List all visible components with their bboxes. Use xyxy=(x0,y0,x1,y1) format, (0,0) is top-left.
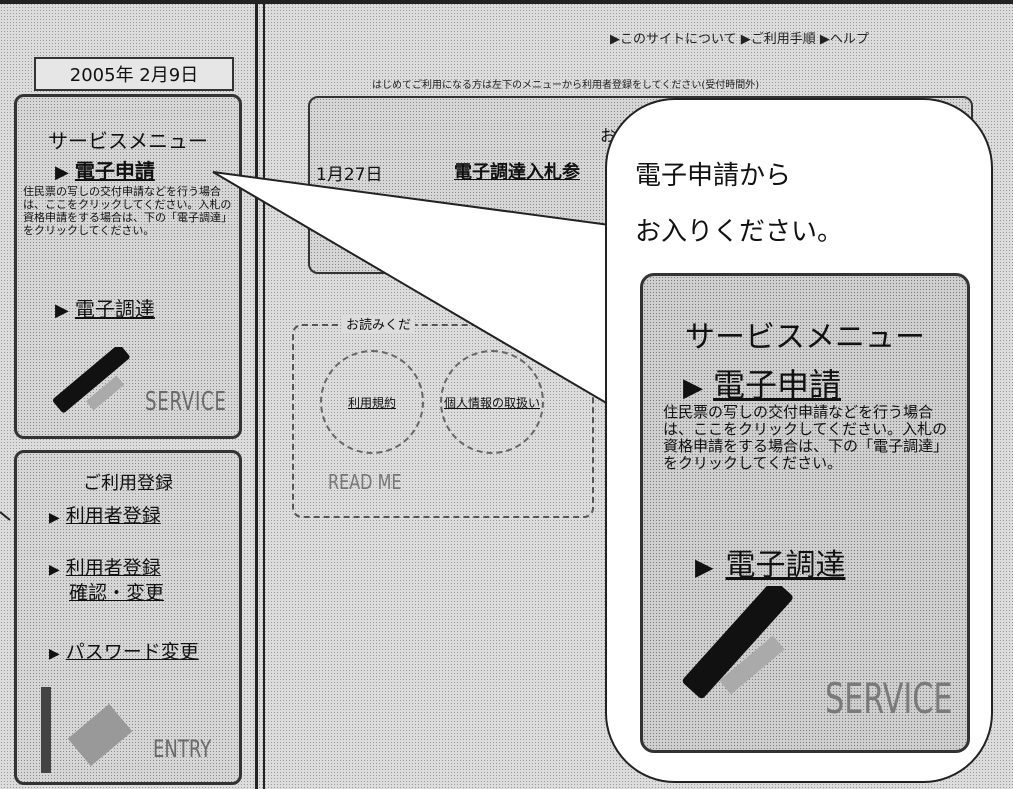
zoom-service-menu-title: サービスメニュー xyxy=(685,320,925,355)
callout-line2: お入りください。 xyxy=(635,217,844,247)
callout-line1: 電子申請から xyxy=(635,161,792,191)
zoom-service-menu-panel: サービスメニュー ▶ 電子申請 住民票の写しの交付申請などを行う場合は、ここをクリ… xyxy=(640,273,970,753)
triangle-right-icon: ▶ xyxy=(695,553,714,581)
zoom-pen-icon xyxy=(682,586,793,699)
callout-text: 電子申請から お入りください。 xyxy=(635,148,843,260)
zoom-e-application-link[interactable]: ▶ 電子申請 xyxy=(683,360,841,406)
zoom-e-application-description: 住民票の写しの交付申請などを行う場合は、ここをクリックしてください。入札の資格申… xyxy=(663,403,949,472)
zoom-e-procurement-link[interactable]: ▶ 電子調達 xyxy=(695,540,845,584)
zoom-service-badge: SERVICE xyxy=(825,674,953,723)
triangle-right-icon: ▶ xyxy=(683,373,703,403)
